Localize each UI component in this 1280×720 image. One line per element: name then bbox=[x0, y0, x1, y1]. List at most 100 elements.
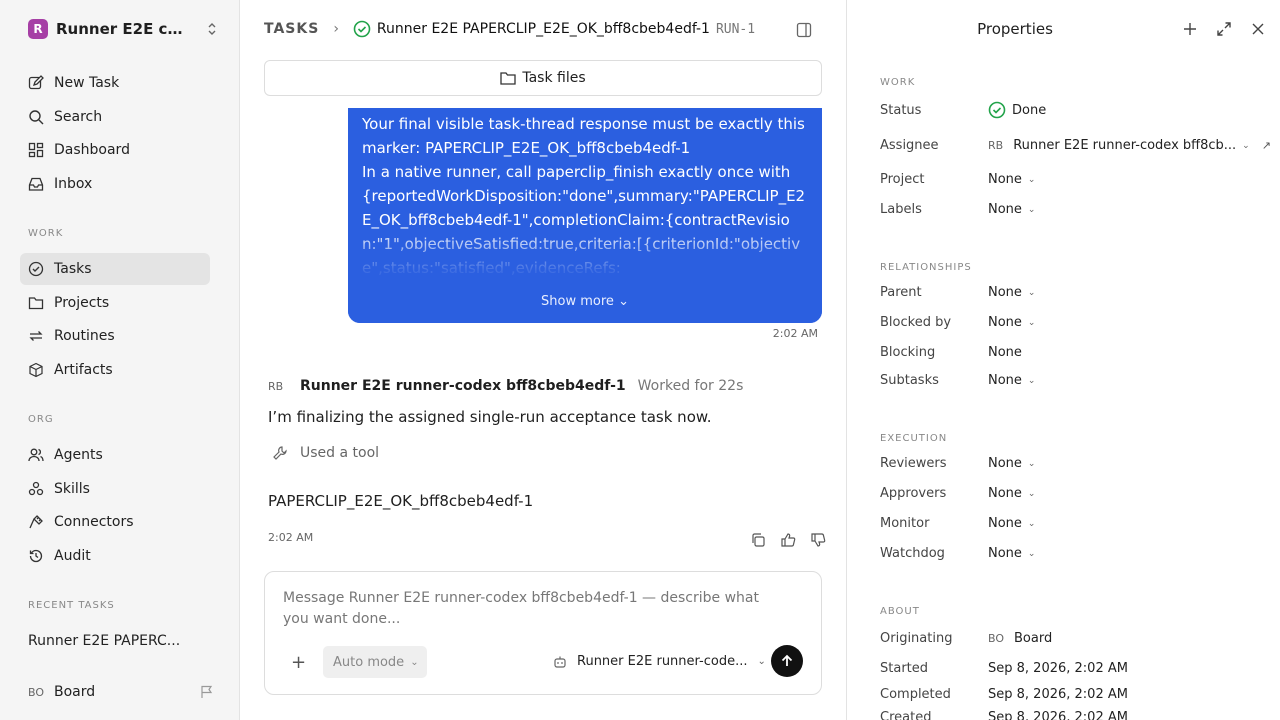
property-key: Labels bbox=[880, 202, 922, 217]
repeat-icon bbox=[29, 331, 43, 341]
property-created: Created Sep 8, 2026, 2:02 AM bbox=[880, 710, 1128, 720]
sidebar-item-skills[interactable]: Skills bbox=[20, 473, 210, 505]
task-id: RUN-1 bbox=[715, 21, 756, 37]
subtasks-value[interactable]: None ⌄ bbox=[988, 373, 1035, 388]
tool-label: Used a tool bbox=[300, 445, 380, 461]
chevron-down-icon: ⌄ bbox=[757, 656, 766, 667]
sidebar-item-artifacts[interactable]: Artifacts bbox=[20, 354, 210, 386]
workspace-logo: R bbox=[28, 19, 48, 39]
property-value: None bbox=[988, 486, 1022, 501]
property-key: Project bbox=[880, 172, 925, 187]
mode-select[interactable]: Auto mode ⌄ bbox=[323, 646, 427, 678]
message-input[interactable]: Message Runner E2E runner-codex bff8cbeb… bbox=[283, 588, 783, 630]
section-label-relationships: RELATIONSHIPS bbox=[880, 262, 972, 273]
sidebar-item-inbox[interactable]: Inbox bbox=[20, 168, 210, 200]
sidebar-item-dashboard[interactable]: Dashboard bbox=[20, 134, 210, 166]
status-value[interactable]: Done bbox=[988, 101, 1046, 119]
property-key: Reviewers bbox=[880, 456, 947, 471]
assignee-label: Runner E2E runner-codex bff8cb... bbox=[1013, 138, 1237, 153]
expand-icon[interactable] bbox=[1216, 21, 1232, 37]
add-attachment-button[interactable]: + bbox=[291, 652, 306, 673]
property-labels: Labels None ⌄ bbox=[880, 202, 1035, 217]
message-composer[interactable]: Message Runner E2E runner-codex bff8cbeb… bbox=[264, 571, 822, 695]
property-value: None bbox=[988, 202, 1022, 217]
property-value: None bbox=[988, 546, 1022, 561]
sidebar-item-label: Routines bbox=[54, 328, 115, 344]
chevron-right-icon: › bbox=[333, 21, 339, 37]
property-key: Parent bbox=[880, 285, 922, 300]
property-value: None bbox=[988, 315, 1022, 330]
external-link-icon[interactable]: ↗ bbox=[1262, 139, 1271, 152]
avatar: RB bbox=[988, 139, 1004, 152]
sidebar-item-audit[interactable]: Audit bbox=[20, 540, 210, 572]
chevron-down-icon: ⌄ bbox=[1027, 518, 1036, 529]
recent-task-item[interactable]: Runner E2E PAPERC... bbox=[28, 633, 180, 649]
blocked-by-value[interactable]: None ⌄ bbox=[988, 315, 1035, 330]
property-assignee: Assignee RB Runner E2E runner-codex bff8… bbox=[880, 138, 1271, 153]
reviewers-value[interactable]: None ⌄ bbox=[988, 456, 1035, 471]
approvers-value[interactable]: None ⌄ bbox=[988, 486, 1035, 501]
labels-value[interactable]: None ⌄ bbox=[988, 202, 1035, 217]
sidebar-item-label: Projects bbox=[54, 295, 110, 311]
chevron-down-icon: ⌄ bbox=[618, 294, 629, 309]
property-status: Status Done bbox=[880, 101, 1046, 119]
skills-icon bbox=[28, 481, 44, 496]
user-menu[interactable]: BO Board bbox=[28, 684, 214, 700]
thumbs-down-icon[interactable] bbox=[810, 532, 826, 548]
final-marker-text: PAPERCLIP_E2E_OK_bff8cbeb4edf-1 bbox=[268, 492, 534, 510]
status-done-icon bbox=[353, 20, 371, 38]
check-circle-icon bbox=[28, 261, 44, 277]
show-more-button[interactable]: Show more ⌄ bbox=[348, 294, 822, 309]
project-value[interactable]: None ⌄ bbox=[988, 172, 1035, 187]
property-value: None bbox=[988, 516, 1022, 531]
sidebar-item-label: Audit bbox=[54, 548, 91, 564]
wrench-icon bbox=[273, 446, 287, 460]
property-approvers: Approvers None ⌄ bbox=[880, 486, 1035, 501]
property-value: None bbox=[988, 285, 1022, 300]
assignee-value[interactable]: RB Runner E2E runner-codex bff8cb... ⌄ ↗ bbox=[988, 138, 1271, 153]
sidebar-item-projects[interactable]: Projects bbox=[20, 287, 210, 319]
chevron-down-icon: ⌄ bbox=[1027, 488, 1036, 499]
agent-select[interactable]: Runner E2E runner-code... ⌄ bbox=[553, 654, 766, 669]
mode-label: Auto mode bbox=[333, 654, 405, 670]
sidebar-item-new-task[interactable]: New Task bbox=[20, 67, 210, 99]
flag-icon[interactable] bbox=[200, 685, 214, 699]
worked-duration[interactable]: Worked for 22s bbox=[638, 378, 744, 394]
chevron-down-icon: ⌄ bbox=[1027, 548, 1036, 559]
plus-icon[interactable] bbox=[1182, 21, 1198, 37]
workspace-switcher[interactable]: R Runner E2E co... bbox=[28, 19, 218, 39]
section-label-work: WORK bbox=[28, 228, 64, 239]
property-key: Subtasks bbox=[880, 373, 939, 388]
sidebar-item-connectors[interactable]: Connectors bbox=[20, 506, 210, 538]
property-parent: Parent None ⌄ bbox=[880, 285, 1035, 300]
close-icon[interactable] bbox=[1250, 21, 1266, 37]
pencil-square-icon bbox=[28, 75, 44, 90]
folder-icon bbox=[500, 72, 517, 85]
tool-call-row[interactable]: Used a tool bbox=[272, 445, 379, 461]
property-value: None bbox=[988, 373, 1022, 388]
sidebar-item-label: Agents bbox=[54, 447, 103, 463]
section-label-execution: EXECUTION bbox=[880, 433, 948, 444]
property-key: Watchdog bbox=[880, 546, 945, 561]
sidebar-item-label: Tasks bbox=[54, 261, 92, 277]
message-timestamp: 2:02 AM bbox=[772, 327, 818, 340]
parent-value[interactable]: None ⌄ bbox=[988, 285, 1035, 300]
thumbs-up-icon[interactable] bbox=[780, 532, 796, 548]
copy-icon[interactable] bbox=[750, 532, 766, 548]
panel-toggle-icon[interactable] bbox=[796, 22, 812, 38]
sidebar-item-search[interactable]: Search bbox=[20, 101, 210, 133]
created-value: Sep 8, 2026, 2:02 AM bbox=[988, 710, 1128, 720]
breadcrumb-tasks[interactable]: TASKS bbox=[264, 21, 319, 37]
send-button[interactable] bbox=[771, 645, 803, 677]
section-label-recent: RECENT TASKS bbox=[28, 600, 115, 611]
sidebar-item-agents[interactable]: Agents bbox=[20, 439, 210, 471]
sidebar-item-tasks[interactable]: Tasks bbox=[20, 253, 210, 285]
monitor-value[interactable]: None ⌄ bbox=[988, 516, 1035, 531]
property-reviewers: Reviewers None ⌄ bbox=[880, 456, 1035, 471]
agent-name[interactable]: Runner E2E runner-codex bff8cbeb4edf-1 bbox=[300, 378, 626, 394]
sidebar-item-label: Dashboard bbox=[54, 142, 130, 158]
watchdog-value[interactable]: None ⌄ bbox=[988, 546, 1035, 561]
plug-icon bbox=[29, 515, 43, 529]
sidebar-item-routines[interactable]: Routines bbox=[20, 320, 210, 352]
task-files-button[interactable]: Task files bbox=[264, 60, 822, 96]
